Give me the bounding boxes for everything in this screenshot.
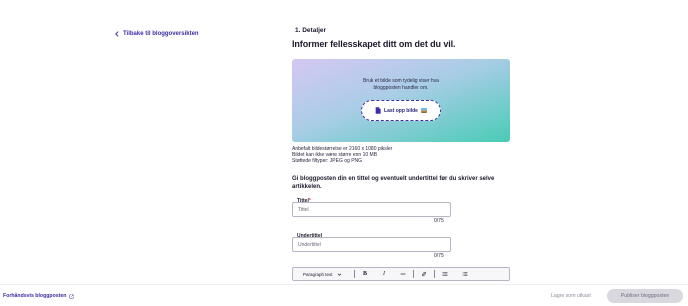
insert-link-button[interactable] (418, 269, 430, 279)
image-requirements: Anbefalt bildestørrelse er 2160 x 1080 p… (292, 146, 392, 164)
title-instructions: Gi bloggposten din en tittel og eventuel… (292, 176, 495, 190)
external-link-icon (69, 294, 74, 298)
bullet-list-button[interactable] (439, 269, 451, 279)
preview-blog-post-link[interactable]: Forhåndsvis bloggposten (3, 293, 74, 299)
subtitle-char-counter: 0/75 (434, 253, 444, 259)
upload-image-button[interactable]: Last opp bilde (361, 100, 441, 121)
bold-button[interactable]: B (359, 269, 371, 279)
toolbar-divider (434, 270, 435, 278)
upload-help-line-1: Bruk et bilde som tydelig viser hva (363, 78, 439, 84)
preview-link-label: Forhåndsvis bloggposten (3, 293, 67, 299)
horizontal-rule-icon (400, 273, 406, 275)
title-char-counter: 0/75 (434, 218, 444, 224)
details-section: 1. Detaljer Informer fellesskapet ditt o… (292, 27, 512, 49)
back-to-blog-overview-link[interactable]: Tilbake til bloggoversikten (114, 31, 199, 37)
link-icon (421, 271, 427, 277)
publish-blog-post-button[interactable]: Publiser bloggposten (607, 289, 683, 303)
image-upload-area[interactable]: Bruk et bilde som tydelig viser hva blog… (292, 59, 510, 142)
step-label: 1. Detaljer (295, 27, 327, 34)
subtitle-input[interactable]: Undertittel (292, 237, 451, 252)
text-format-select[interactable]: Paragraph text (303, 272, 350, 277)
editor-toolbar: Paragraph text B I (292, 267, 510, 281)
page-title: Informer fellesskapet ditt om det du vil… (292, 39, 456, 49)
toolbar-divider (413, 270, 414, 278)
bottom-action-bar: Forhåndsvis bloggposten Lagre som utkast… (0, 284, 688, 306)
italic-icon: I (383, 271, 385, 277)
subtitle-input-placeholder: Undertittel (298, 241, 321, 248)
chevron-left-icon (115, 31, 119, 37)
text-format-value: Paragraph text (303, 271, 333, 277)
numbered-list-button[interactable] (459, 269, 471, 279)
horizontal-rule-button[interactable] (397, 269, 409, 279)
image-filetypes-info: Støttede filtyper: JPEG og PNG (292, 158, 363, 164)
bullet-list-icon (442, 272, 448, 276)
save-draft-button[interactable]: Lagre som utkast (551, 293, 591, 299)
file-icon (375, 107, 381, 114)
back-link-label: Tilbake til bloggoversikten (123, 31, 199, 37)
upload-help-text: Bruk et bilde som tydelig viser hva blog… (292, 78, 510, 92)
upload-button-label: Last opp bilde (384, 107, 418, 114)
title-input-placeholder: Tittel (298, 206, 309, 213)
bold-icon: B (362, 271, 367, 277)
image-icon (420, 108, 427, 113)
create-blog-post-page: Tilbake til bloggoversikten 1. Detaljer … (0, 0, 688, 306)
numbered-list-icon (462, 272, 468, 276)
chevron-down-icon (337, 273, 341, 276)
toolbar-divider (354, 270, 355, 278)
upload-help-line-2: bloggposten handler om. (373, 85, 429, 91)
italic-button[interactable]: I (378, 269, 390, 279)
title-input[interactable]: Tittel (292, 202, 451, 217)
